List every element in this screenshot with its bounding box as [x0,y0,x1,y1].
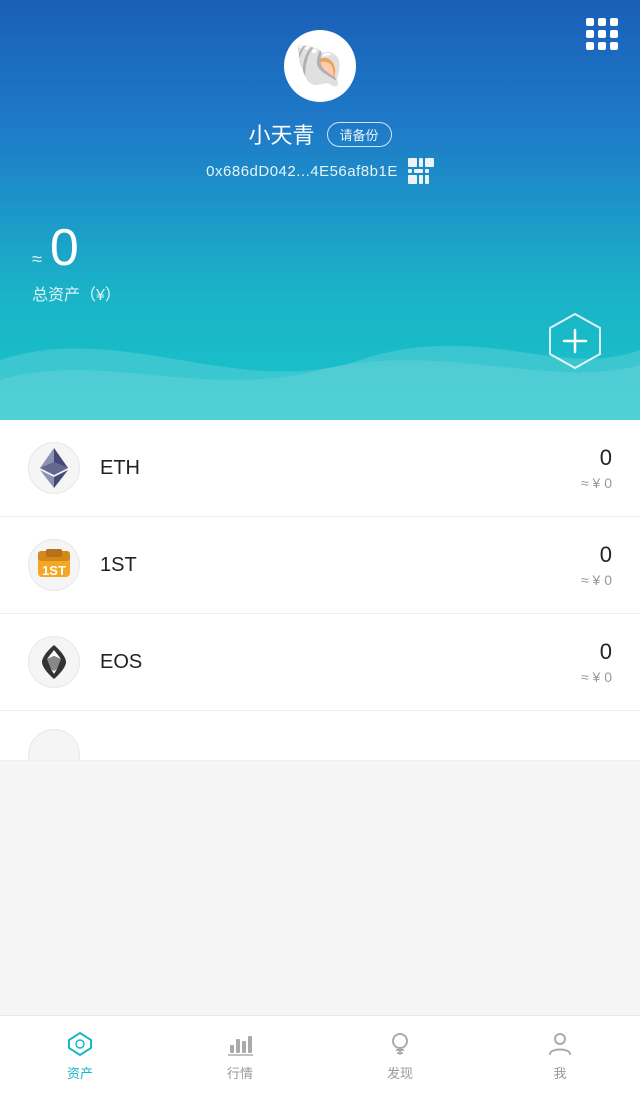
balance-label: 总资产（¥） [32,281,121,305]
1st-amount: 0 [581,542,612,568]
backup-button[interactable]: 请备份 [327,122,392,147]
person-icon [546,1030,574,1058]
eos-icon [28,636,80,688]
nav-item-assets[interactable]: 资产 [0,1030,160,1082]
bulb-icon [386,1030,414,1058]
balance-approx-sign: ≈ [32,249,42,270]
1st-cny: ≈ ¥ 0 [581,572,612,588]
user-name: 小天青 [248,118,314,150]
grid-menu-icon[interactable] [586,18,618,50]
eos-balance: 0 ≈ ¥ 0 [581,639,612,685]
asset-list: ETH 0 ≈ ¥ 0 1ST 1ST 0 ≈ ¥ 0 [0,420,640,761]
token-item-eos[interactable]: EOS 0 ≈ ¥ 0 [0,614,640,711]
nav-label-market: 行情 [227,1063,253,1082]
eos-cny: ≈ ¥ 0 [581,669,612,685]
header: 🐚 小天青 请备份 0x686dD042...4E56af8b1E [0,0,640,420]
eos-label: EOS [100,651,581,674]
eos-amount: 0 [581,639,612,665]
eth-balance: 0 ≈ ¥ 0 [581,445,612,491]
eth-cny: ≈ ¥ 0 [581,475,612,491]
token-item-eth[interactable]: ETH 0 ≈ ¥ 0 [0,420,640,517]
eth-icon [28,442,80,494]
avatar[interactable]: 🐚 [284,30,356,102]
avatar-image: 🐚 [294,45,346,87]
wallet-address[interactable]: 0x686dD042...4E56af8b1E [206,163,398,180]
nav-item-market[interactable]: 行情 [160,1030,320,1082]
qr-code-icon[interactable] [408,158,434,184]
diamond-icon [66,1030,94,1058]
1st-balance: 0 ≈ ¥ 0 [581,542,612,588]
eth-amount: 0 [581,445,612,471]
user-name-row: 小天青 请备份 [0,118,640,150]
nav-label-profile: 我 [553,1063,566,1082]
bottom-nav: 资产 行情 发现 [0,1015,640,1105]
eth-label: ETH [100,457,581,480]
balance-value: 0 [50,220,79,277]
1st-label: 1ST [100,554,581,577]
chart-icon [226,1030,254,1058]
svg-text:1ST: 1ST [42,563,66,578]
address-row: 0x686dD042...4E56af8b1E [0,158,640,184]
nav-item-discover[interactable]: 发现 [320,1030,480,1082]
balance-area: ≈ 0 总资产（¥） [32,220,121,305]
partial-icon [28,729,80,761]
nav-item-profile[interactable]: 我 [480,1030,640,1082]
1st-icon: 1ST [28,539,80,591]
nav-label-discover: 发现 [387,1063,413,1082]
token-item-partial [0,711,640,761]
add-asset-button[interactable] [546,312,604,370]
token-item-1st[interactable]: 1ST 1ST 0 ≈ ¥ 0 [0,517,640,614]
nav-label-assets: 资产 [67,1063,93,1082]
